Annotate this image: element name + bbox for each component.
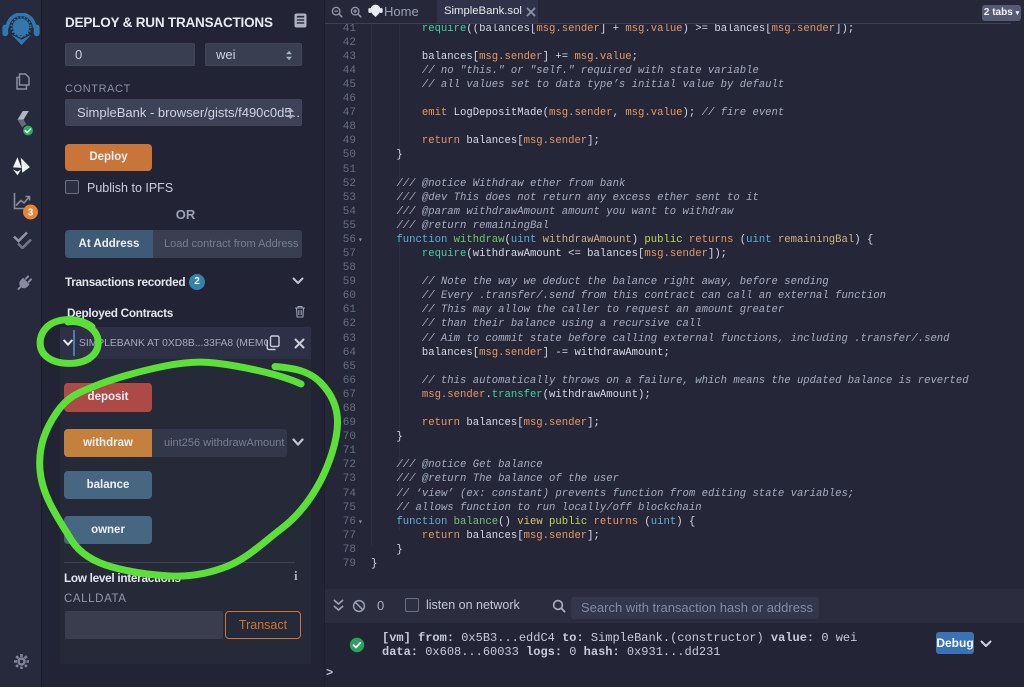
svg-text:3: 3 xyxy=(28,208,34,219)
